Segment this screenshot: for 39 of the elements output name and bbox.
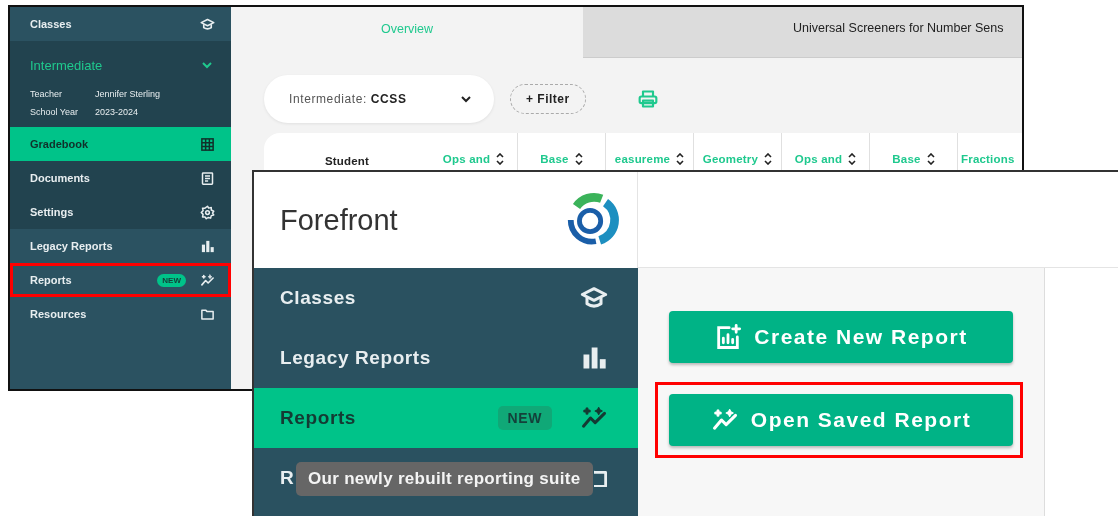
chevron-icon (201, 59, 213, 71)
chevron-icon (460, 93, 472, 105)
standard-select[interactable]: Intermediate: CCSS (264, 75, 494, 123)
new-badge: NEW (497, 406, 552, 430)
sidebar-item[interactable]: Reports NEW (254, 388, 638, 448)
sort-icon[interactable] (574, 153, 583, 165)
detail-label: Teacher (30, 89, 64, 99)
sparkle-trend-icon (200, 272, 215, 288)
bar-chart-icon (200, 238, 215, 254)
sort-icon[interactable] (496, 153, 505, 165)
settings-icon (200, 204, 215, 220)
sidebar-item[interactable]: Legacy Reports (254, 328, 638, 388)
class-header[interactable]: Intermediate (10, 41, 231, 85)
new-badge: NEW (157, 273, 186, 287)
sort-icon[interactable] (764, 153, 773, 165)
column-header[interactable]: Student (264, 133, 430, 173)
sidebar-item[interactable]: Classes (254, 268, 638, 328)
sort-icon[interactable] (676, 153, 685, 165)
graduation-cap-icon (200, 16, 215, 32)
sidebar-item[interactable]: Reports NEW (10, 263, 231, 297)
detail-value: 2023-2024 (95, 107, 139, 117)
detail-value: Jennifer Sterling (95, 89, 161, 99)
detail-label: School Year (30, 107, 80, 117)
sidebar-item[interactable]: Resources (10, 297, 231, 331)
chart-plus-icon (714, 323, 743, 351)
tab[interactable]: Universal Screeners for Number Sens (583, 7, 1022, 58)
sidebar-item[interactable]: Documents (10, 161, 231, 195)
document-icon (200, 170, 215, 186)
sort-icon[interactable] (848, 153, 857, 165)
sidebar-item[interactable]: Settings (10, 195, 231, 229)
folder-icon (594, 469, 608, 487)
grid-icon (200, 136, 215, 152)
sidebar-item[interactable]: Gradebook (10, 127, 231, 161)
sidebar-item[interactable]: Classes (10, 7, 231, 41)
folder-icon (200, 306, 215, 322)
tooltip: Our newly rebuilt reporting suite (296, 462, 593, 496)
brand-name: Forefront (280, 203, 398, 237)
sort-icon[interactable] (926, 153, 935, 165)
sidebar-item[interactable]: Legacy Reports (10, 229, 231, 263)
